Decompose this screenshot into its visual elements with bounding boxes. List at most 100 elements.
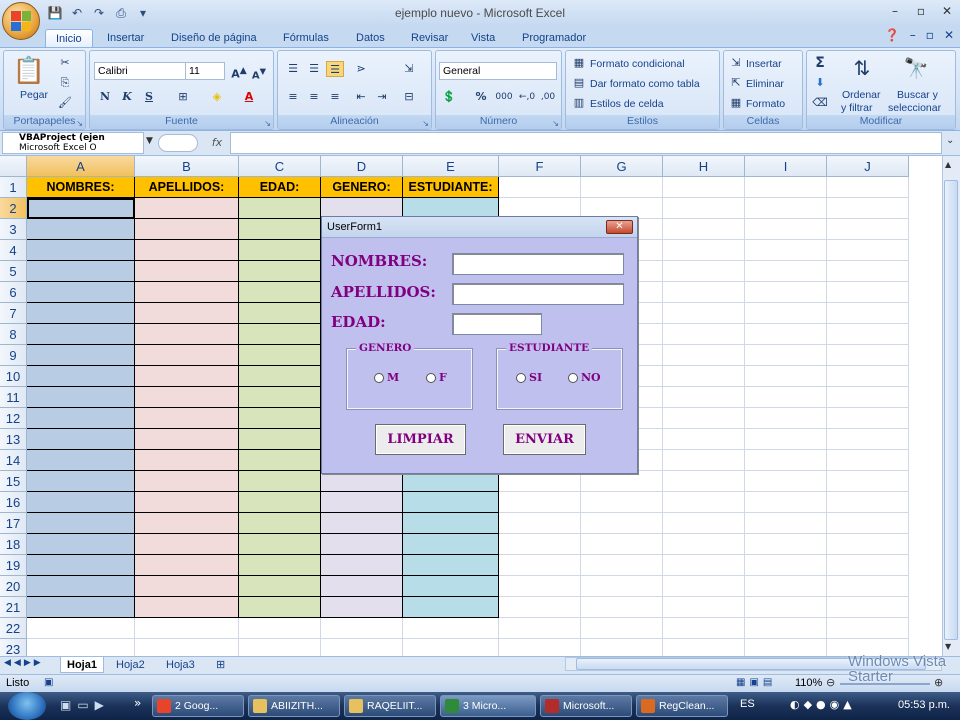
data-cell[interactable] xyxy=(27,240,135,261)
empty-cell[interactable] xyxy=(663,387,745,408)
row-header[interactable]: 8 xyxy=(0,324,27,345)
empty-cell[interactable] xyxy=(581,576,663,597)
empty-cell[interactable] xyxy=(663,303,745,324)
data-cell[interactable] xyxy=(135,366,239,387)
column-header[interactable]: F xyxy=(499,156,581,177)
empty-cell[interactable] xyxy=(745,471,827,492)
data-cell[interactable] xyxy=(239,492,321,513)
dialog-launcher-icon[interactable]: ↘ xyxy=(422,119,429,128)
column-header[interactable]: E xyxy=(403,156,499,177)
maximize-icon[interactable]: ▫ xyxy=(912,3,930,19)
empty-cell[interactable] xyxy=(663,639,745,656)
row-header[interactable]: 16 xyxy=(0,492,27,513)
empty-cell[interactable] xyxy=(827,324,909,345)
data-cell[interactable] xyxy=(135,303,239,324)
empty-cell[interactable] xyxy=(745,177,827,198)
data-cell[interactable] xyxy=(239,450,321,471)
empty-cell[interactable] xyxy=(663,618,745,639)
column-header[interactable]: C xyxy=(239,156,321,177)
row-header[interactable]: 10 xyxy=(0,366,27,387)
data-cell[interactable] xyxy=(27,387,135,408)
empty-cell[interactable] xyxy=(581,597,663,618)
data-cell[interactable] xyxy=(27,597,135,618)
row-header[interactable]: 23 xyxy=(0,639,27,656)
data-cell[interactable] xyxy=(135,576,239,597)
data-cell[interactable] xyxy=(239,198,321,219)
empty-cell[interactable] xyxy=(321,639,403,656)
empty-cell[interactable] xyxy=(499,534,581,555)
increase-decimal-button[interactable]: ←,0 xyxy=(517,89,537,105)
limpiar-button[interactable]: LIMPIAR xyxy=(375,424,466,455)
empty-cell[interactable] xyxy=(827,345,909,366)
row-header[interactable]: 20 xyxy=(0,576,27,597)
empty-cell[interactable] xyxy=(827,597,909,618)
tab-diseno-pagina[interactable]: Diseño de página xyxy=(161,29,267,48)
empty-cell[interactable] xyxy=(827,471,909,492)
namebox-dropdown-icon[interactable]: ▼ xyxy=(146,136,153,146)
empty-cell[interactable] xyxy=(499,639,581,656)
data-cell[interactable] xyxy=(27,366,135,387)
conditional-format-button[interactable]: Formato condicional xyxy=(590,58,685,70)
clear-icon[interactable]: ⌫ xyxy=(811,95,829,111)
empty-cell[interactable] xyxy=(745,198,827,219)
data-cell[interactable] xyxy=(27,345,135,366)
taskbar-item-chrome[interactable]: 2 Goog... xyxy=(152,695,244,717)
data-cell[interactable] xyxy=(135,429,239,450)
sort-label-2[interactable]: y filtrar xyxy=(841,102,873,114)
data-cell[interactable] xyxy=(239,282,321,303)
empty-cell[interactable] xyxy=(239,639,321,656)
percent-button[interactable]: % xyxy=(472,89,490,105)
data-cell[interactable] xyxy=(135,597,239,618)
estudiante-si-radio[interactable]: SI xyxy=(516,371,542,384)
taskbar-item-excel[interactable]: 3 Micro... xyxy=(440,695,536,717)
data-cell[interactable] xyxy=(403,576,499,597)
data-cell[interactable] xyxy=(403,492,499,513)
quick-launch-icons[interactable]: ▣▭▶ xyxy=(60,698,110,712)
sheet-nav-icons[interactable]: ◀◀▶▶ xyxy=(4,658,44,668)
data-cell[interactable] xyxy=(27,576,135,597)
header-cell[interactable]: ESTUDIANTE: xyxy=(403,177,499,198)
empty-cell[interactable] xyxy=(403,639,499,656)
nombres-field[interactable] xyxy=(452,253,624,275)
row-header[interactable]: 9 xyxy=(0,345,27,366)
dialog-launcher-icon[interactable]: ↘ xyxy=(264,119,271,128)
empty-cell[interactable] xyxy=(403,618,499,639)
decrease-indent-icon[interactable]: ⇤ xyxy=(352,89,370,105)
macro-record-icon[interactable]: ▣ xyxy=(44,677,53,688)
empty-cell[interactable] xyxy=(499,576,581,597)
empty-cell[interactable] xyxy=(827,366,909,387)
currency-icon[interactable]: 💲 xyxy=(440,89,458,105)
align-middle-icon[interactable]: ☰ xyxy=(305,61,323,77)
data-cell[interactable] xyxy=(239,324,321,345)
empty-cell[interactable] xyxy=(581,534,663,555)
empty-cell[interactable] xyxy=(745,303,827,324)
empty-cell[interactable] xyxy=(663,177,745,198)
find-label-2[interactable]: seleccionar xyxy=(888,102,941,114)
thousands-button[interactable]: 000 xyxy=(492,89,516,105)
dialog-launcher-icon[interactable]: ↘ xyxy=(76,119,83,128)
row-header[interactable]: 1 xyxy=(0,177,27,198)
data-cell[interactable] xyxy=(27,219,135,240)
close-icon[interactable]: ✕ xyxy=(606,220,633,234)
close-icon[interactable]: ✕ xyxy=(938,3,956,19)
data-cell[interactable] xyxy=(403,555,499,576)
row-header[interactable]: 18 xyxy=(0,534,27,555)
column-header[interactable]: D xyxy=(321,156,403,177)
start-button[interactable] xyxy=(8,692,46,720)
taskbar-item-access[interactable]: Microsoft... xyxy=(540,695,632,717)
row-header[interactable]: 22 xyxy=(0,618,27,639)
empty-cell[interactable] xyxy=(663,492,745,513)
paste-label[interactable]: Pegar xyxy=(20,89,48,101)
sheet-tab-hoja2[interactable]: Hoja2 xyxy=(110,657,151,673)
formula-cancel-enter[interactable] xyxy=(158,134,198,152)
empty-cell[interactable] xyxy=(581,177,663,198)
empty-cell[interactable] xyxy=(745,534,827,555)
empty-cell[interactable] xyxy=(745,555,827,576)
autosum-icon[interactable]: Σ xyxy=(811,55,829,71)
data-cell[interactable] xyxy=(135,408,239,429)
scroll-down-icon[interactable]: ▼ xyxy=(945,642,951,651)
data-cell[interactable] xyxy=(135,198,239,219)
doc-minimize-icon[interactable]: – xyxy=(910,28,916,42)
empty-cell[interactable] xyxy=(827,303,909,324)
data-cell[interactable] xyxy=(135,324,239,345)
